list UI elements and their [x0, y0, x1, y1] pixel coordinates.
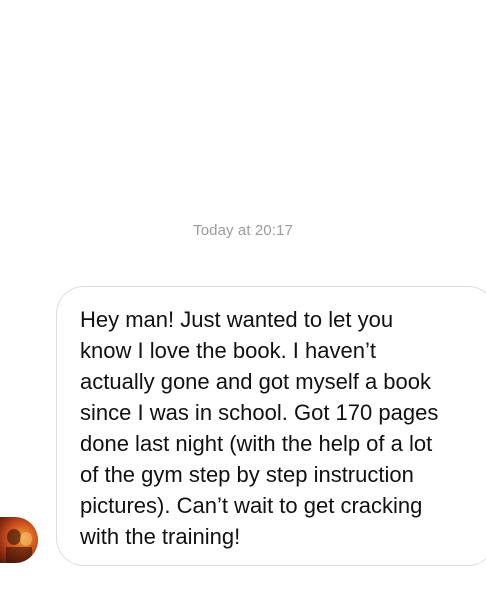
avatar-photo-icon: [6, 529, 32, 563]
sender-avatar[interactable]: [0, 517, 38, 563]
message-timestamp: Today at 20:17: [193, 222, 293, 239]
message-text: Hey man! Just wanted to let you know I l…: [80, 307, 439, 549]
